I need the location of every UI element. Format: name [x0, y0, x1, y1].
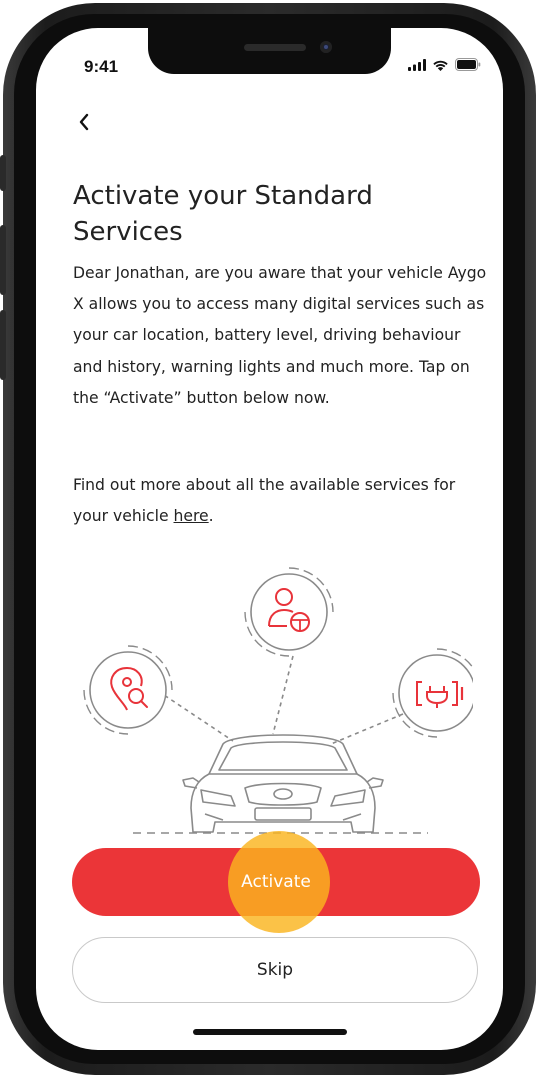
ev-battery-icon — [392, 648, 473, 738]
app-screen: 9:41 Activate your Standard Services Dea… — [36, 28, 503, 1050]
cellular-signal-icon — [408, 58, 426, 71]
battery-icon — [455, 58, 481, 71]
more-info-paragraph: Find out more about all the available se… — [73, 470, 473, 532]
chevron-left-icon — [79, 113, 89, 131]
page-title: Activate your Standard Services — [73, 181, 373, 247]
more-info-text: Find out more about all the available se… — [73, 476, 456, 526]
back-button[interactable] — [70, 108, 98, 136]
mute-switch — [0, 155, 6, 191]
front-camera — [320, 41, 332, 53]
car-front-icon — [182, 734, 384, 833]
home-indicator[interactable] — [193, 1029, 347, 1035]
services-illustration — [83, 567, 473, 834]
activate-button[interactable] — [72, 848, 480, 916]
here-link[interactable]: here — [174, 507, 209, 525]
skip-button[interactable]: Skip — [72, 937, 478, 1003]
intro-paragraph: Dear Jonathan, are you aware that your v… — [73, 264, 487, 407]
more-info-suffix: . — [208, 507, 214, 526]
driver-profile-icon — [244, 567, 334, 657]
notch — [148, 28, 391, 74]
wifi-icon — [433, 60, 448, 71]
location-search-icon — [83, 645, 173, 735]
status-icons — [408, 58, 481, 71]
volume-up-button — [0, 225, 6, 295]
volume-down-button — [0, 310, 6, 380]
status-time: 9:41 — [84, 57, 119, 76]
earpiece-speaker — [244, 44, 306, 51]
